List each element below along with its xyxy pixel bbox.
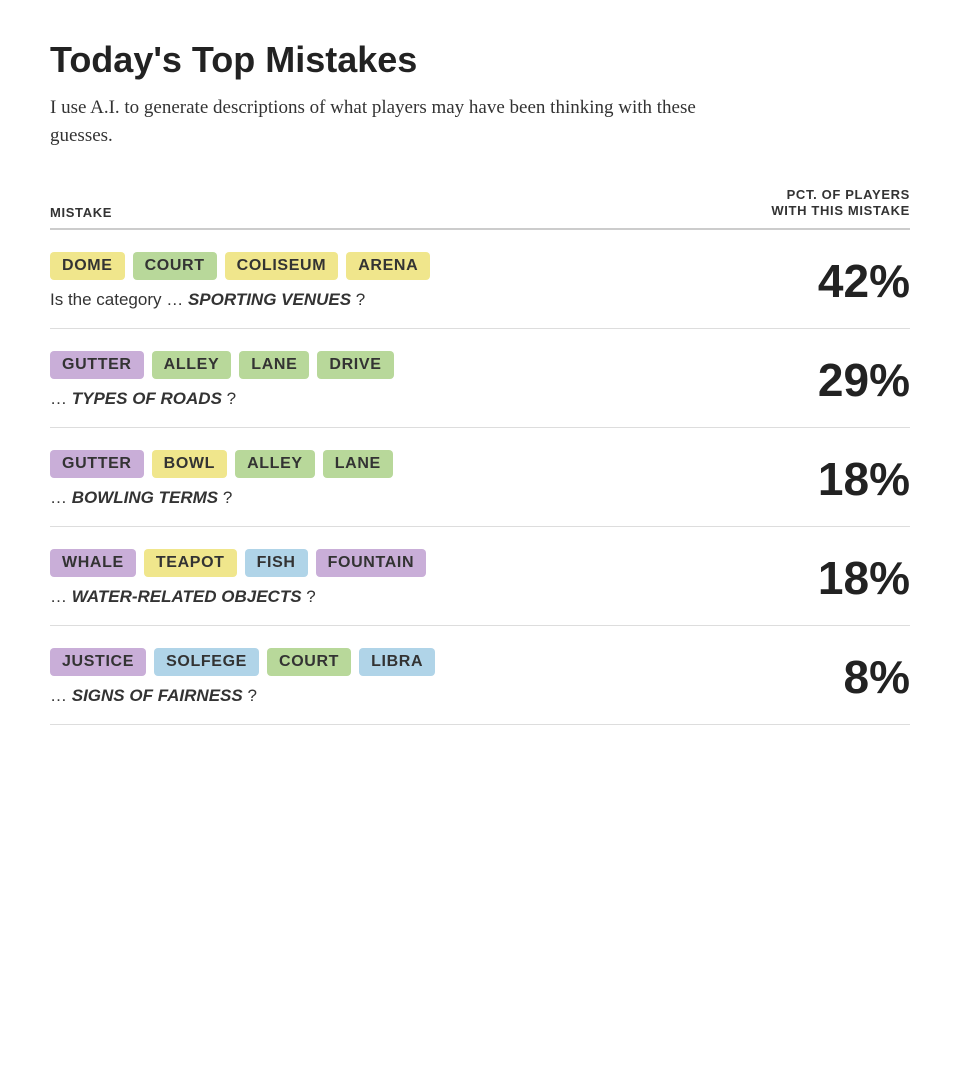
mistake-category: … TYPES OF ROADS ? xyxy=(50,389,760,409)
tag: LANE xyxy=(239,351,309,379)
mistake-category: … SIGNS OF FAIRNESS ? xyxy=(50,686,760,706)
tag: COURT xyxy=(267,648,351,676)
pct-value: 18% xyxy=(800,551,910,605)
tag: GUTTER xyxy=(50,450,144,478)
col-pct-label: PCT. OF PLAYERS WITH THIS MISTAKE xyxy=(771,187,910,221)
mistake-category: … BOWLING TERMS ? xyxy=(50,488,760,508)
col-mistake-label: MISTAKE xyxy=(50,205,112,220)
mistake-category: … WATER-RELATED OBJECTS ? xyxy=(50,587,760,607)
table-row: DOME COURT COLISEUMARENA Is the category … … xyxy=(50,230,910,329)
tag: ALLEY xyxy=(152,351,232,379)
pct-value: 42% xyxy=(800,254,910,308)
mistake-content: WHALE TEAPOT FISH FOUNTAIN … WATER-RELATED O… xyxy=(50,549,800,607)
tags: GUTTER ALLEYLANE DRIVE xyxy=(50,351,760,379)
page-title: Today's Top Mistakes xyxy=(50,40,910,80)
rows-container: DOME COURT COLISEUMARENA Is the category … … xyxy=(50,230,910,725)
tag: GUTTER xyxy=(50,351,144,379)
tag: FISH xyxy=(245,549,308,577)
tag: LIBRA xyxy=(359,648,435,676)
tags: JUSTICE SOLFEGE COURT LIBRA xyxy=(50,648,760,676)
table-row: GUTTER BOWL ALLEY LANE … BOWLING TERMS ? 18% xyxy=(50,428,910,527)
tags: DOME COURT COLISEUMARENA xyxy=(50,252,760,280)
pct-value: 18% xyxy=(800,452,910,506)
tag: JUSTICE xyxy=(50,648,146,676)
pct-value: 29% xyxy=(800,353,910,407)
tag: SOLFEGE xyxy=(154,648,259,676)
mistake-content: DOME COURT COLISEUMARENA Is the category … … xyxy=(50,252,800,310)
table-row: GUTTER ALLEYLANE DRIVE … TYPES OF ROADS ? 29… xyxy=(50,329,910,428)
mistake-content: JUSTICE SOLFEGE COURT LIBRA … SIGNS OF FAIRN… xyxy=(50,648,800,706)
tag: TEAPOT xyxy=(144,549,237,577)
tag: DOME xyxy=(50,252,125,280)
tag: ARENA xyxy=(346,252,430,280)
tag: LANE xyxy=(323,450,393,478)
tags: GUTTER BOWL ALLEY LANE xyxy=(50,450,760,478)
table-row: JUSTICE SOLFEGE COURT LIBRA … SIGNS OF FAIRN… xyxy=(50,626,910,725)
subtitle: I use A.I. to generate descriptions of w… xyxy=(50,94,750,151)
table-row: WHALE TEAPOT FISH FOUNTAIN … WATER-RELATED O… xyxy=(50,527,910,626)
tag: COLISEUM xyxy=(225,252,339,280)
table-header: MISTAKE PCT. OF PLAYERS WITH THIS MISTAK… xyxy=(50,187,910,231)
tag: FOUNTAIN xyxy=(316,549,427,577)
mistake-content: GUTTER BOWL ALLEY LANE … BOWLING TERMS ? xyxy=(50,450,800,508)
pct-value: 8% xyxy=(800,650,910,704)
tag: COURT xyxy=(133,252,217,280)
mistake-content: GUTTER ALLEYLANE DRIVE … TYPES OF ROADS ? xyxy=(50,351,800,409)
tags: WHALE TEAPOT FISH FOUNTAIN xyxy=(50,549,760,577)
tag: WHALE xyxy=(50,549,136,577)
mistake-category: Is the category … SPORTING VENUES ? xyxy=(50,290,760,310)
tag: ALLEY xyxy=(235,450,315,478)
tag: DRIVE xyxy=(317,351,393,379)
tag: BOWL xyxy=(152,450,227,478)
